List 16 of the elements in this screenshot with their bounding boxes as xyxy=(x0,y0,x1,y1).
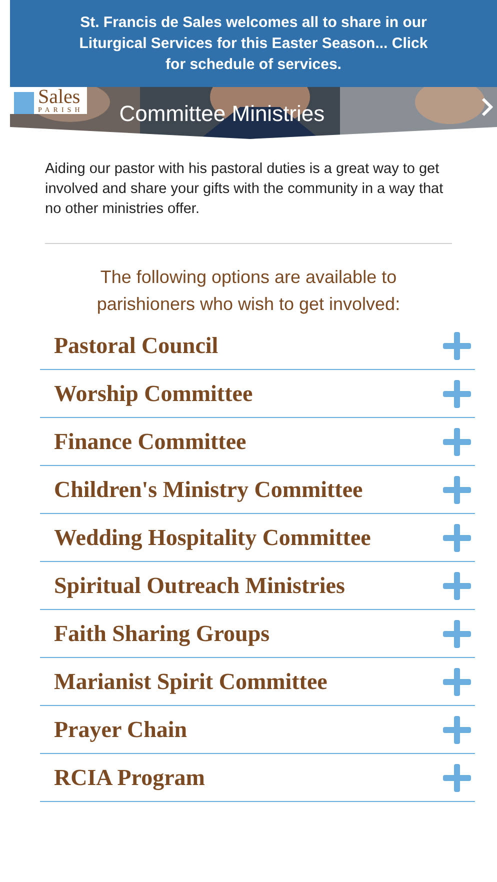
announcement-banner[interactable]: St. Francis de Sales welcomes all to share in our Liturgical Services for this Easter Season... Click for schedule of services. xyxy=(10,0,497,87)
logo-icon xyxy=(14,92,34,114)
logo-name: Sales xyxy=(38,87,82,107)
plus-icon xyxy=(443,668,471,696)
plus-icon xyxy=(443,572,471,600)
plus-icon xyxy=(443,620,471,648)
plus-icon xyxy=(443,764,471,792)
plus-icon xyxy=(443,428,471,456)
options-heading: The following options are available to parishioners who wish to get involved: xyxy=(96,266,402,316)
chevron-right-icon[interactable] xyxy=(481,97,493,117)
plus-icon xyxy=(443,332,471,360)
intro-paragraph: Aiding our pastor with his pastoral duties is a great way to get involved and share your gifts with the community in a way that no other ministries offer. xyxy=(45,160,444,219)
plus-icon xyxy=(443,476,471,504)
plus-icon xyxy=(443,524,471,552)
plus-icon xyxy=(443,380,471,408)
plus-icon xyxy=(443,716,471,744)
